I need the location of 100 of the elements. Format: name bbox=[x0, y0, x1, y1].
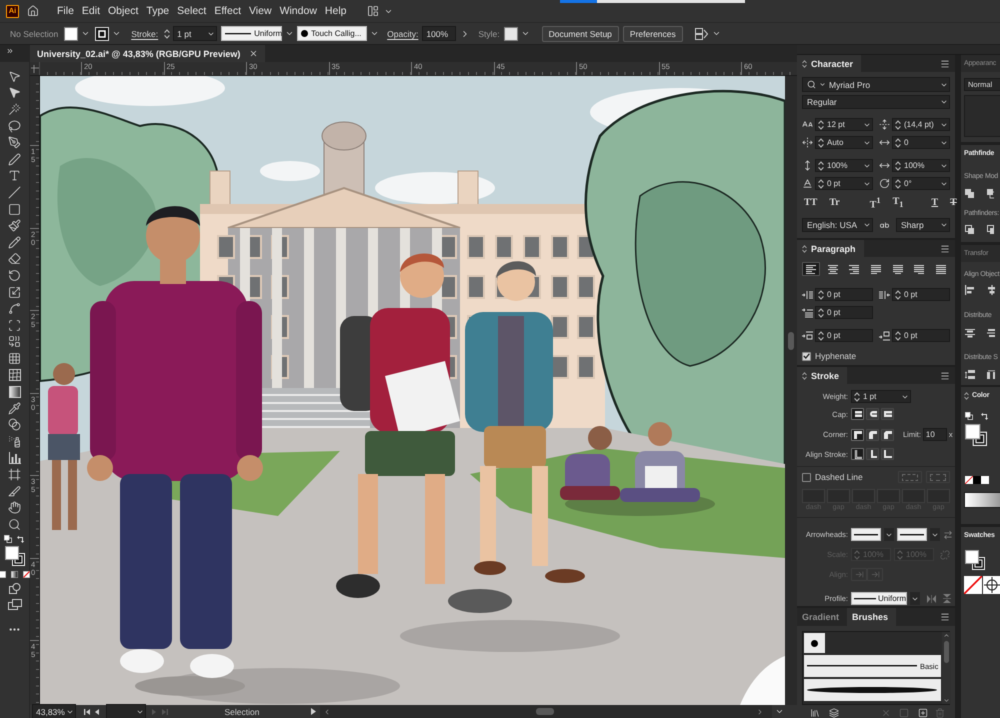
menu-item[interactable]: View bbox=[244, 3, 276, 19]
horizontal-scale-field[interactable]: 100% bbox=[892, 159, 950, 172]
none-mode-icon[interactable] bbox=[23, 571, 30, 578]
opacity-field[interactable]: 100% bbox=[422, 26, 456, 41]
scrollbar-thumb[interactable] bbox=[944, 641, 950, 663]
underline-button[interactable]: T bbox=[929, 197, 940, 209]
mesh-icon[interactable] bbox=[8, 368, 20, 381]
home-icon[interactable] bbox=[27, 5, 39, 17]
distribute-middle-icon[interactable] bbox=[987, 328, 995, 338]
font-size-field[interactable]: 12 pt bbox=[815, 118, 873, 131]
search-icon[interactable] bbox=[8, 518, 21, 531]
right-indent-field[interactable]: 0 pt bbox=[892, 288, 950, 301]
swap-arrows-icon[interactable] bbox=[943, 530, 953, 540]
cap-button[interactable] bbox=[851, 408, 864, 420]
menu-item[interactable]: Help bbox=[320, 3, 351, 19]
stepper-icon[interactable] bbox=[895, 330, 901, 340]
stepper-icon[interactable] bbox=[818, 330, 824, 340]
caret-icon[interactable] bbox=[940, 98, 948, 106]
none-swatch-icon[interactable] bbox=[965, 476, 973, 484]
stepper-icon[interactable] bbox=[818, 290, 824, 300]
artboard-number-field[interactable] bbox=[106, 704, 146, 718]
align-center-icon[interactable] bbox=[987, 285, 995, 295]
list-scrollbar[interactable] bbox=[942, 632, 952, 704]
screen-mode-icon[interactable] bbox=[8, 599, 22, 610]
hand-icon[interactable] bbox=[8, 501, 21, 514]
vertical-spacing-icon[interactable] bbox=[965, 370, 975, 380]
swap-arrow-icon[interactable] bbox=[17, 534, 25, 543]
previous-page-icon[interactable] bbox=[94, 708, 100, 716]
panel-tab[interactable]: Character bbox=[797, 55, 862, 72]
combine-shapes-icon[interactable] bbox=[8, 335, 21, 348]
arrowhead-dropdown[interactable] bbox=[851, 528, 881, 541]
stepper-icon[interactable] bbox=[895, 120, 901, 130]
stepper-icon[interactable] bbox=[895, 290, 901, 300]
stepper-icon[interactable] bbox=[854, 392, 860, 402]
stroke-swatch[interactable] bbox=[95, 26, 110, 40]
panel-tab[interactable]: Stroke bbox=[797, 367, 848, 384]
menu-item[interactable]: Effect bbox=[210, 3, 245, 19]
search-icon[interactable] bbox=[807, 80, 816, 89]
align-left-icon[interactable] bbox=[965, 285, 975, 295]
caret-icon[interactable] bbox=[775, 707, 784, 716]
zoom-field[interactable]: 43,83% bbox=[32, 704, 76, 718]
color-mode-icon[interactable] bbox=[0, 571, 6, 578]
stroke-weight-field[interactable]: 1 pt bbox=[851, 390, 911, 403]
collapse-arrows-icon[interactable] bbox=[802, 244, 807, 252]
dashed-line-checkbox[interactable] bbox=[802, 472, 811, 482]
flip-horizontal-icon[interactable] bbox=[927, 594, 936, 602]
first-page-icon[interactable] bbox=[84, 708, 90, 716]
toolbar-button[interactable]: Preferences bbox=[622, 26, 683, 42]
flip-vertical-icon[interactable] bbox=[943, 594, 951, 603]
graphic-style-swatch[interactable] bbox=[504, 26, 518, 40]
close-icon[interactable] bbox=[249, 49, 258, 58]
caret-icon[interactable] bbox=[712, 29, 721, 38]
brush-dropdown[interactable]: Touch Callig... bbox=[297, 26, 368, 41]
toolbar-button[interactable]: Document Setup bbox=[542, 26, 619, 42]
menu-icon[interactable] bbox=[940, 612, 950, 622]
menu-item[interactable]: Select bbox=[173, 3, 210, 19]
rotation-field[interactable]: 0° bbox=[892, 177, 950, 190]
ruler-origin-icon[interactable] bbox=[30, 64, 38, 72]
library-icon[interactable] bbox=[810, 708, 820, 718]
corner-button[interactable] bbox=[866, 428, 879, 440]
line-icon[interactable] bbox=[8, 186, 21, 199]
default-colors-icon[interactable] bbox=[4, 534, 12, 543]
superscript-button[interactable]: T$^{1}$ bbox=[868, 194, 883, 212]
caret-icon[interactable] bbox=[285, 29, 294, 38]
menu-item[interactable]: Object bbox=[104, 3, 142, 19]
scroll-right-icon[interactable] bbox=[756, 708, 764, 716]
menu-icon[interactable] bbox=[940, 58, 950, 68]
stepper-icon[interactable] bbox=[164, 28, 170, 38]
overlapping-squares-icon[interactable] bbox=[987, 189, 994, 199]
tracking-field[interactable]: 0 bbox=[892, 136, 950, 149]
stroke-profile-dropdown[interactable]: Uniform bbox=[851, 592, 907, 605]
arrowhead-dropdown[interactable] bbox=[897, 528, 927, 541]
small-caps-button[interactable]: Tr bbox=[827, 197, 842, 209]
stepper-icon[interactable] bbox=[818, 160, 824, 170]
first-line-indent-field[interactable]: 0 pt bbox=[815, 306, 873, 319]
bar-chart-icon[interactable] bbox=[8, 452, 20, 464]
registration-swatch[interactable] bbox=[983, 576, 1000, 594]
frame-icon[interactable] bbox=[8, 468, 21, 482]
eyedropper-icon[interactable] bbox=[8, 402, 21, 415]
kerning-field[interactable]: Auto bbox=[815, 136, 873, 149]
stroke-profile-dropdown[interactable]: Uniform bbox=[221, 26, 282, 41]
corner-button[interactable] bbox=[881, 428, 894, 440]
lasso-icon[interactable] bbox=[8, 120, 21, 133]
miter-limit-field[interactable]: 10 bbox=[922, 428, 947, 441]
panel-tab[interactable]: Paragraph bbox=[797, 240, 864, 257]
horizontal-scrollbar[interactable] bbox=[320, 705, 772, 718]
scrollbar-thumb[interactable] bbox=[788, 332, 794, 350]
scroll-down-icon[interactable] bbox=[943, 697, 950, 704]
horizontal-spacing-icon[interactable] bbox=[987, 370, 995, 380]
corner-button[interactable] bbox=[851, 428, 864, 440]
stroke-weight-field[interactable]: 1 pt bbox=[173, 26, 218, 41]
scroll-up-icon[interactable] bbox=[943, 632, 950, 639]
align-stroke-button[interactable] bbox=[881, 448, 894, 460]
caret-icon[interactable] bbox=[863, 221, 871, 229]
menu-item[interactable]: File bbox=[53, 3, 78, 19]
swatch-icon[interactable] bbox=[981, 476, 989, 484]
caret-icon[interactable] bbox=[81, 29, 90, 38]
fill-stroke-icon[interactable] bbox=[4, 546, 24, 566]
swatch-icon[interactable] bbox=[973, 476, 981, 484]
hyphenate-checkbox[interactable] bbox=[802, 352, 811, 360]
